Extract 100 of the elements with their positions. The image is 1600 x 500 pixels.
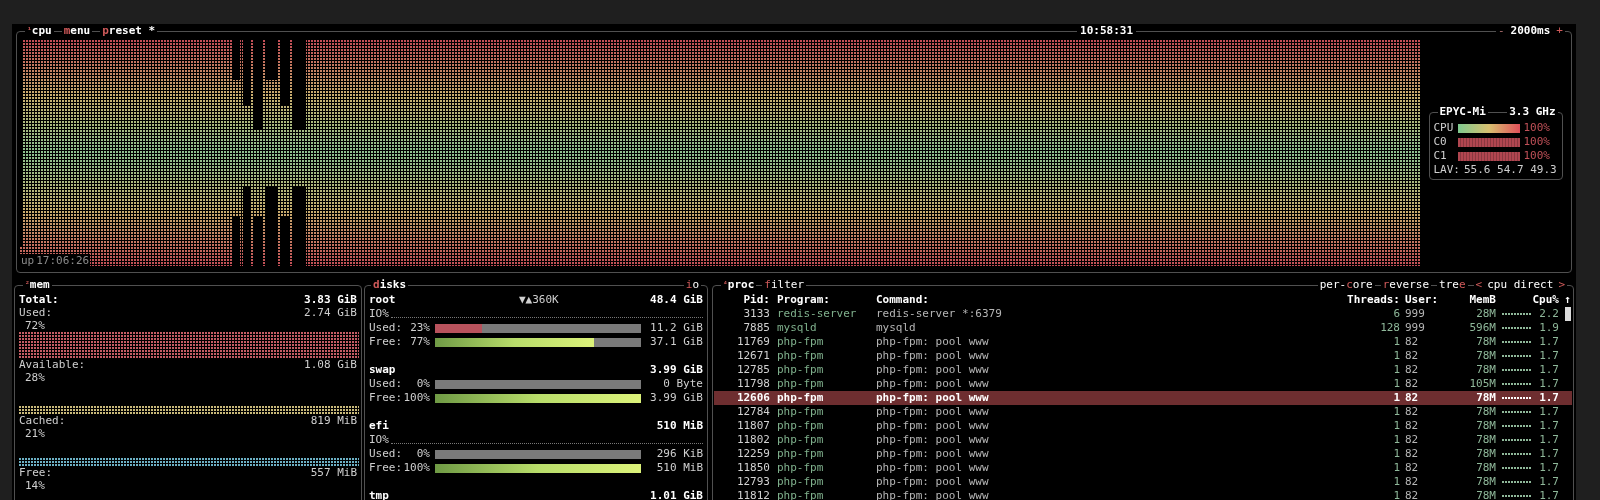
cpu-cell-text: 2.2 bbox=[1538, 307, 1559, 321]
panel-title[interactable]: ¹cpu bbox=[25, 24, 54, 38]
user-cell-text: 82 bbox=[1405, 433, 1420, 447]
uptime-label: up bbox=[21, 254, 35, 268]
process-row[interactable]: 12793 php-fpm php-fpm: pool www 1 82 78M 1.7 bbox=[714, 475, 1572, 489]
io-label: IO% bbox=[369, 307, 389, 321]
update-interval: 2000ms bbox=[1510, 24, 1551, 38]
program-cell-text: mysqld bbox=[777, 321, 818, 335]
memory-value: 3.83 GiB bbox=[304, 293, 357, 306]
previous-sort-button[interactable]: < bbox=[1475, 278, 1483, 292]
column-header[interactable]: Program: bbox=[777, 293, 876, 307]
process-row[interactable]: 11798 php-fpm php-fpm: pool www 1 82 105M 1.7 bbox=[714, 377, 1572, 391]
panel-title[interactable]: ⁴proc bbox=[721, 278, 757, 292]
user-cell-text: 82 bbox=[1405, 349, 1420, 363]
cpu-sparkline bbox=[1502, 439, 1532, 442]
disk-name: efi bbox=[369, 419, 390, 433]
pid-cell-text: 12785 bbox=[735, 363, 770, 377]
threads-cell-text: 1 bbox=[1392, 363, 1400, 377]
threads-cell-text: 6 bbox=[1392, 307, 1400, 321]
memory-percent: 28% bbox=[25, 371, 45, 384]
process-row[interactable]: 3133 redis-server redis-server *:6379 6 999 28M 2.2 bbox=[714, 307, 1572, 321]
next-sort-button[interactable]: > bbox=[1558, 278, 1565, 292]
scrollbar-thumb[interactable] bbox=[1564, 307, 1571, 321]
pid-cell-text: 12784 bbox=[735, 405, 770, 419]
program-cell-text: php-fpm bbox=[777, 377, 825, 391]
threads-cell-text: 1 bbox=[1392, 405, 1400, 419]
user-cell-text: 82 bbox=[1405, 475, 1420, 489]
memory-cell-text: 78M bbox=[1475, 447, 1496, 461]
disk-value: 510 MiB bbox=[656, 461, 703, 475]
threads-cell-text: 1 bbox=[1392, 433, 1400, 447]
threads-cell-text: 1 bbox=[1392, 419, 1400, 433]
disk-value: 296 KiB bbox=[656, 447, 703, 461]
command-cell-text: php-fpm: pool www bbox=[876, 405, 990, 419]
column-header[interactable]: Pid: bbox=[714, 293, 770, 307]
column-header[interactable]: Threads: bbox=[1344, 293, 1400, 307]
threads-cell-text: 1 bbox=[1392, 461, 1400, 475]
disk-percent: 0% bbox=[415, 447, 430, 461]
process-row[interactable]: 12785 php-fpm php-fpm: pool www 1 82 78M 1.7 bbox=[714, 363, 1572, 377]
threads-cell-text: 1 bbox=[1392, 447, 1400, 461]
process-row[interactable]: 11850 php-fpm php-fpm: pool www 1 82 78M 1.7 bbox=[714, 461, 1572, 475]
process-row[interactable]: 12606 php-fpm php-fpm: pool www 1 82 78M 1.7 bbox=[714, 391, 1572, 405]
memory-cell-text: 78M bbox=[1475, 461, 1496, 475]
panel-menu-button[interactable]: preset * bbox=[100, 24, 158, 38]
decrease-interval-button[interactable]: - bbox=[1498, 24, 1505, 38]
process-row[interactable]: 7885 mysqld mysqld 128 999 596M 1.9 bbox=[714, 321, 1572, 335]
process-row[interactable]: 12784 php-fpm php-fpm: pool www 1 82 78M 1.7 bbox=[714, 405, 1572, 419]
command-cell-text: php-fpm: pool www bbox=[876, 475, 990, 489]
command-cell-text: php-fpm: pool www bbox=[876, 363, 990, 377]
column-header[interactable]: Cpu% bbox=[1532, 293, 1559, 307]
cpu-cell-text: 1.7 bbox=[1538, 433, 1559, 447]
memory-cell-text: 596M bbox=[1468, 321, 1496, 335]
io-label: IO% bbox=[369, 433, 389, 447]
process-row[interactable]: 11802 php-fpm php-fpm: pool www 1 82 78M 1.7 bbox=[714, 433, 1572, 447]
cpu-sparkline bbox=[1502, 341, 1532, 344]
core-label: C0 bbox=[1433, 135, 1448, 149]
process-row[interactable]: 11807 php-fpm php-fpm: pool www 1 82 78M 1.7 bbox=[714, 419, 1572, 433]
panel-title[interactable]: ²mem bbox=[25, 278, 50, 291]
sort-arrow: ↑ bbox=[1563, 293, 1572, 307]
cpu-sparkline bbox=[1502, 453, 1532, 456]
pid-cell-text: 12671 bbox=[735, 349, 770, 363]
program-cell-text: php-fpm bbox=[777, 447, 825, 461]
cpu-sparkline bbox=[1502, 327, 1532, 330]
memory-percent: 14% bbox=[25, 479, 45, 492]
program-cell-text: php-fpm bbox=[777, 475, 825, 489]
disk-percent: 23% bbox=[409, 321, 430, 335]
user-cell-text: 82 bbox=[1405, 377, 1420, 391]
user-cell-text: 999 bbox=[1405, 307, 1426, 321]
disk-meter-label: Free: bbox=[369, 335, 403, 349]
column-header[interactable]: User: bbox=[1405, 293, 1450, 307]
pid-cell-text: 11812 bbox=[735, 489, 770, 500]
program-cell-text: php-fpm bbox=[777, 349, 825, 363]
memory-label: Cached: bbox=[19, 414, 66, 427]
threads-cell-text: 1 bbox=[1392, 489, 1400, 500]
column-header[interactable]: MemB bbox=[1450, 293, 1496, 307]
pid-cell-text: 11850 bbox=[735, 461, 770, 475]
cpu-cell-text: 1.7 bbox=[1538, 363, 1559, 377]
disk-value: 3.99 GiB bbox=[650, 391, 703, 405]
pid-cell-text: 12793 bbox=[735, 475, 770, 489]
column-header[interactable]: Command: bbox=[876, 293, 1344, 307]
increase-interval-button[interactable]: + bbox=[1556, 24, 1563, 38]
memory-percent: 21% bbox=[25, 427, 45, 440]
load-label: LAV: bbox=[1433, 163, 1460, 177]
command-cell-text: php-fpm: pool www bbox=[876, 391, 990, 405]
threads-cell-text: 1 bbox=[1392, 335, 1400, 349]
command-cell-text: php-fpm: pool www bbox=[876, 377, 990, 391]
cpu-sparkline bbox=[1502, 369, 1532, 372]
cpu-cell-text: 1.7 bbox=[1538, 335, 1559, 349]
disk-size: 510 MiB bbox=[656, 419, 703, 433]
command-cell-text: redis-server *:6379 bbox=[876, 307, 1003, 321]
process-row[interactable]: 12259 php-fpm php-fpm: pool www 1 82 78M 1.7 bbox=[714, 447, 1572, 461]
memory-cell-text: 78M bbox=[1475, 363, 1496, 377]
user-cell-text: 82 bbox=[1405, 391, 1420, 405]
cpu-cell-text: 1.7 bbox=[1538, 447, 1559, 461]
memory-label: Available: bbox=[19, 358, 86, 371]
program-cell-text: redis-server bbox=[777, 307, 858, 321]
user-cell-text: 82 bbox=[1405, 461, 1420, 475]
process-row[interactable]: 12671 php-fpm php-fpm: pool www 1 82 78M 1.7 bbox=[714, 349, 1572, 363]
memory-value: 2.74 GiB bbox=[304, 306, 357, 319]
memory-cell-text: 78M bbox=[1475, 433, 1496, 447]
process-row[interactable]: 11769 php-fpm php-fpm: pool www 1 82 78M 1.7 bbox=[714, 335, 1572, 349]
